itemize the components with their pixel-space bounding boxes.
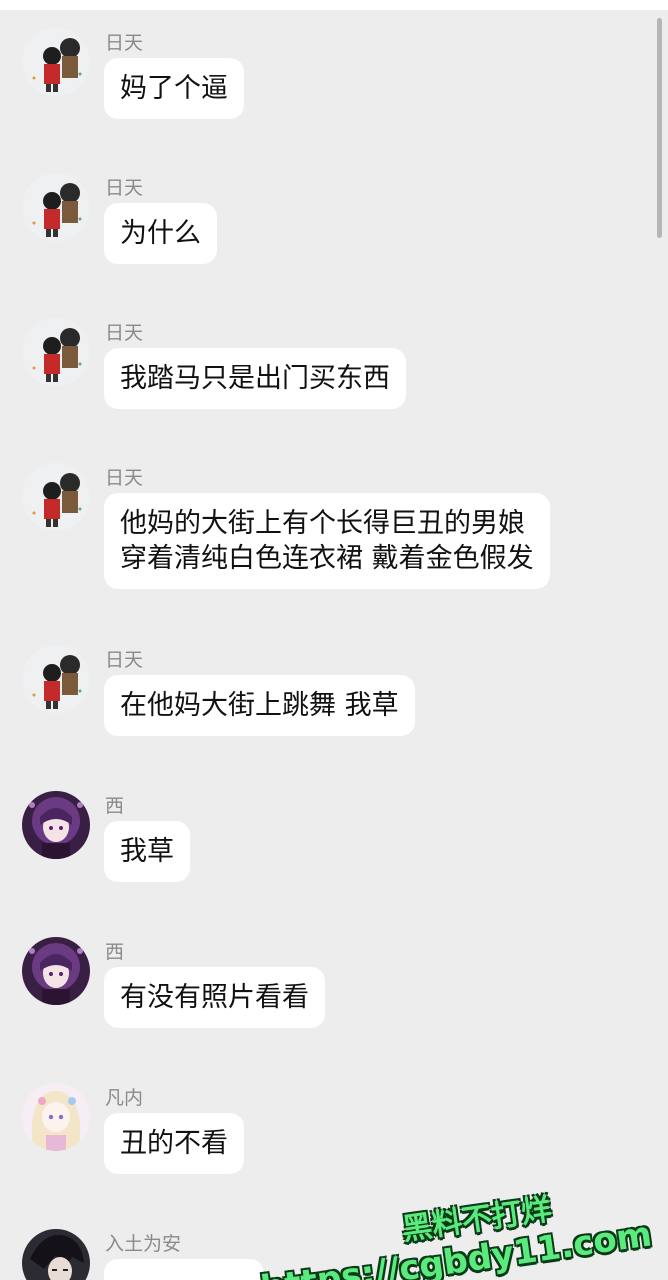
message-text-line-1: 他妈的大街上有个长得巨丑的男娘 — [120, 508, 525, 539]
message-text: 有没有照片看看 — [120, 982, 309, 1013]
message-bubble[interactable]: 我草 — [104, 821, 190, 882]
boy-girl-avatar-icon[interactable] — [22, 28, 90, 96]
boy-girl-avatar-icon[interactable] — [22, 463, 90, 531]
message-bubble[interactable]: 我踏马只是出门买东西 — [104, 348, 406, 409]
message-bubble[interactable]: 有没有照片看看 — [104, 967, 325, 1028]
boy-girl-avatar-icon[interactable] — [22, 173, 90, 241]
message-text: 妈了个逼 — [120, 73, 228, 104]
sender-name: 日天 — [105, 322, 144, 344]
pastel-anime-girl-avatar-icon[interactable] — [22, 1083, 90, 1151]
message-bubble[interactable]: 妈了个逼 — [104, 58, 244, 119]
message-text: 丑的不看 — [120, 1128, 228, 1159]
sender-name: 日天 — [105, 32, 144, 54]
scrollbar[interactable] — [657, 18, 662, 238]
boy-girl-avatar-icon[interactable] — [22, 645, 90, 713]
purple-haired-girl-avatar-icon[interactable] — [22, 937, 90, 1005]
sender-name: 入土为安 — [105, 1233, 182, 1255]
message-bubble[interactable]: 他妈的大街上有个长得巨丑的男娘 穿着清纯白色连衣裙 戴着金色假发 — [104, 493, 550, 589]
message-text-line-2: 穿着清纯白色连衣裙 戴着金色假发 — [120, 543, 534, 574]
message-bubble[interactable]: 为什么 — [104, 203, 217, 264]
message-bubble[interactable]: 在他妈大街上跳舞 我草 — [104, 675, 415, 736]
sender-name: 日天 — [105, 177, 144, 199]
boy-girl-avatar-icon[interactable] — [22, 318, 90, 386]
top-strip — [0, 0, 668, 10]
sender-name: 日天 — [105, 649, 144, 671]
chat-screen: 日天 妈了个逼 日天 为什么 日天 我踏马只是出门买东西 日天 他妈的大街上有个… — [0, 0, 668, 1280]
sender-name: 西 — [105, 941, 125, 963]
sender-name: 凡内 — [105, 1087, 144, 1109]
dark-haired-character-avatar-icon[interactable] — [22, 1229, 90, 1280]
message-text: 在他妈大街上跳舞 我草 — [120, 690, 399, 721]
watermark: 黑料不打烊 https://cgbdy11.com — [253, 1179, 654, 1280]
sender-name: 西 — [105, 795, 125, 817]
message-text: 为什么 — [120, 218, 201, 249]
message-bubble[interactable]: 丑的不看 — [104, 1113, 244, 1174]
sender-name: 日天 — [105, 467, 144, 489]
message-text: 我草 — [120, 836, 174, 867]
purple-haired-girl-avatar-icon[interactable] — [22, 791, 90, 859]
message-bubble[interactable] — [104, 1259, 264, 1280]
message-text: 我踏马只是出门买东西 — [120, 363, 390, 394]
